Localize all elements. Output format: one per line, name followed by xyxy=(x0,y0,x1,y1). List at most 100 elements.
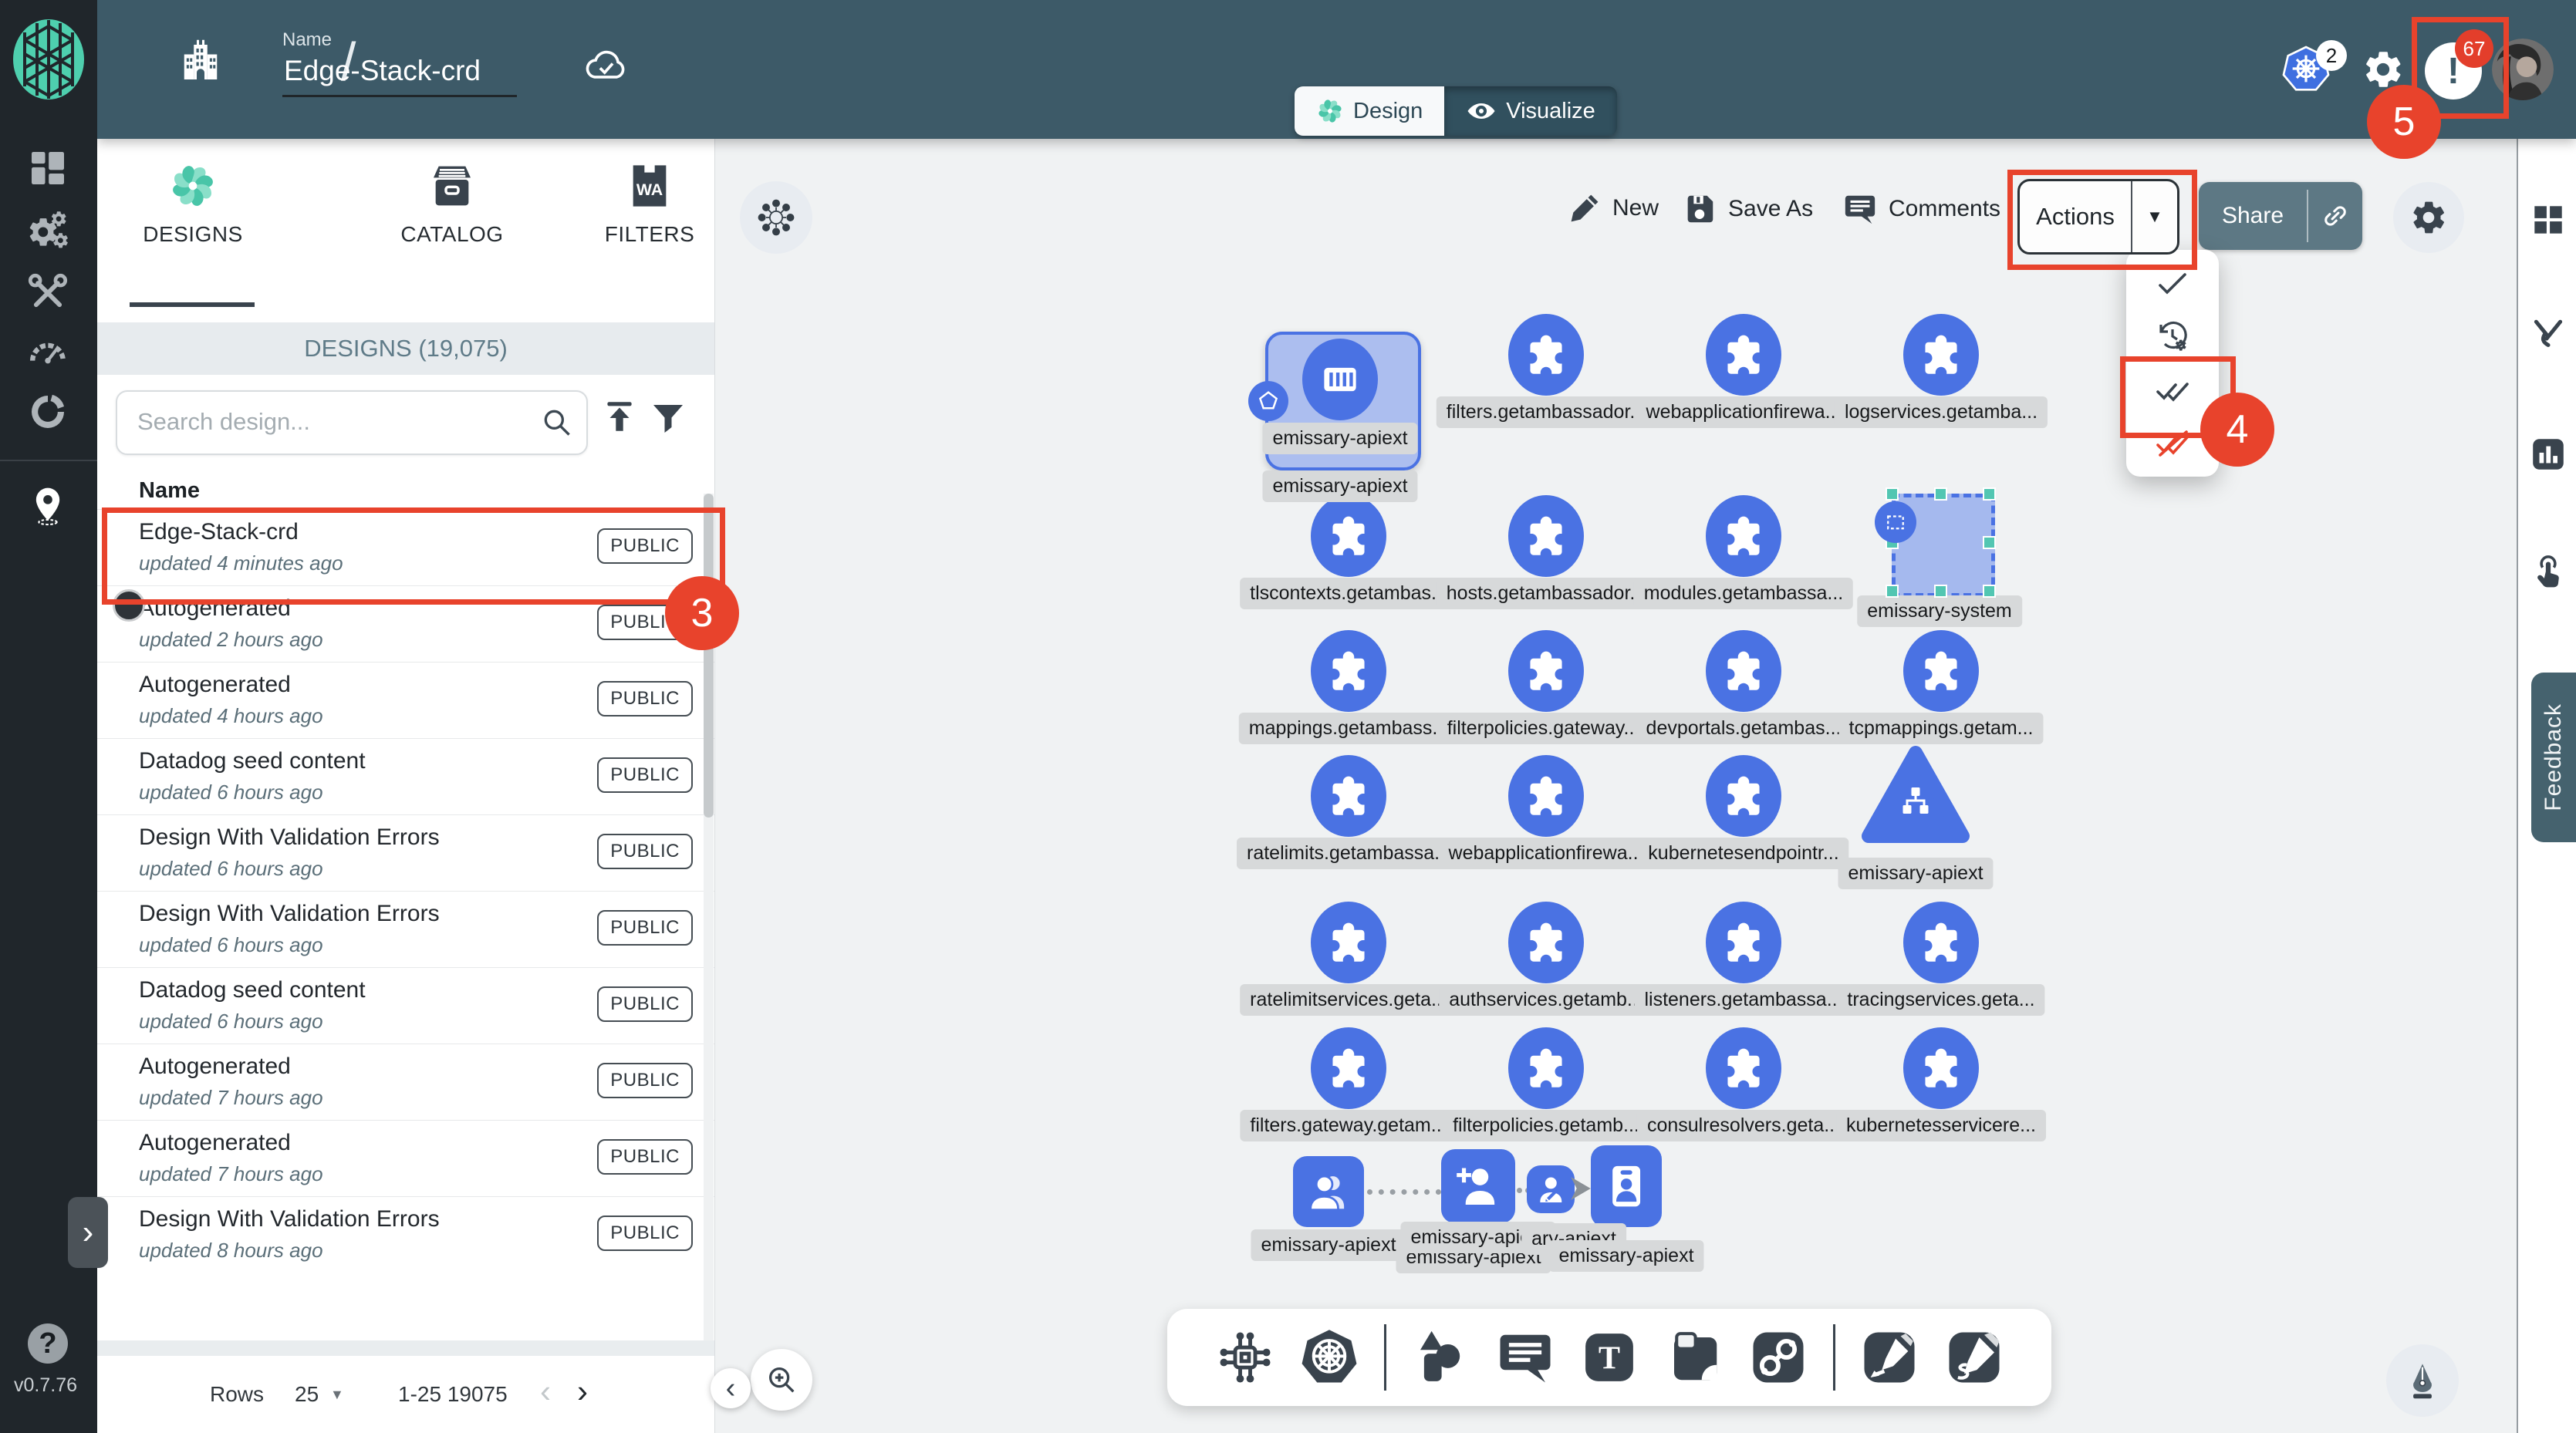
search-input[interactable] xyxy=(136,396,525,447)
canvas-node-crd[interactable] xyxy=(1903,902,1979,983)
performance-gauge-icon[interactable] xyxy=(26,330,69,373)
merge-y-icon[interactable] xyxy=(2529,318,2568,356)
canvas-node-person-edit[interactable] xyxy=(1527,1165,1575,1213)
design-row[interactable]: Design With Validation Errorsupdated 6 h… xyxy=(97,891,714,967)
share-button[interactable]: Share xyxy=(2199,182,2362,250)
node-label: authservices.getamb... xyxy=(1439,984,1653,1016)
canvas-node-crd[interactable] xyxy=(1903,314,1979,396)
design-row[interactable]: Design With Validation Errorsupdated 6 h… xyxy=(97,814,714,891)
canvas-node-crd[interactable] xyxy=(1311,630,1386,712)
selection-handle[interactable] xyxy=(1934,487,1947,501)
text-icon[interactable]: T xyxy=(1579,1327,1639,1387)
canvas-node-crd[interactable] xyxy=(1508,495,1584,577)
page-range-label: 1-25 19075 xyxy=(398,1382,508,1407)
new-button[interactable]: New xyxy=(1568,191,1659,225)
help-button[interactable]: ? xyxy=(28,1323,68,1364)
note-icon[interactable] xyxy=(1664,1327,1724,1387)
canvas-node-crd[interactable] xyxy=(1508,314,1584,396)
zoom-in-button[interactable] xyxy=(751,1349,812,1411)
sidebar-expand-chevron[interactable]: › xyxy=(68,1197,108,1268)
design-row[interactable]: Autogeneratedupdated 7 hours agoPUBLIC xyxy=(97,1120,714,1196)
canvas-node-crd[interactable] xyxy=(1706,902,1781,983)
visibility-badge: PUBLIC xyxy=(597,834,693,869)
menu-item-dry-run[interactable] xyxy=(2154,319,2191,356)
flow-icon[interactable] xyxy=(1215,1327,1275,1387)
annotation-rect-actions xyxy=(2007,170,2197,270)
menu-item-validate[interactable] xyxy=(2154,265,2191,302)
canvas-node-crd[interactable] xyxy=(1311,1027,1386,1109)
canvas-node-crd[interactable] xyxy=(1903,1027,1979,1109)
pen-arrow-icon[interactable] xyxy=(1859,1327,1919,1387)
prev-page-button[interactable]: ‹ xyxy=(540,1373,551,1410)
tab-visualize[interactable]: Visualize xyxy=(1444,86,1617,136)
canvas-node-crd[interactable] xyxy=(1508,630,1584,712)
organization-icon[interactable] xyxy=(177,37,224,88)
canvas-node-person-add[interactable] xyxy=(1441,1149,1515,1223)
canvas-node-crd[interactable] xyxy=(1706,755,1781,837)
canvas-settings-gear[interactable] xyxy=(2393,182,2464,253)
canvas-node-crd[interactable] xyxy=(1706,630,1781,712)
design-pen-button[interactable] xyxy=(2386,1344,2459,1417)
canvas-node-people[interactable] xyxy=(1293,1156,1364,1227)
design-row[interactable]: Datadog seed contentupdated 6 hours agoP… xyxy=(97,967,714,1044)
shapes-icon[interactable] xyxy=(1410,1327,1470,1387)
design-row[interactable]: Autogeneratedupdated 4 hours agoPUBLIC xyxy=(97,662,714,738)
canvas-node-emissary-apiext-group[interactable] xyxy=(1858,745,1973,848)
tab-filters[interactable]: WAFILTERS xyxy=(596,160,704,247)
selection-handle[interactable] xyxy=(1983,536,1996,549)
toolbox-wrenches-icon[interactable] xyxy=(26,271,69,315)
comment-icon[interactable] xyxy=(1495,1327,1555,1387)
canvas-node-crd[interactable] xyxy=(1311,755,1386,837)
filter-funnel-icon[interactable] xyxy=(650,400,687,440)
node-label: kubernetesendpointr... xyxy=(1638,838,1848,869)
kubernetes-helm-icon[interactable] xyxy=(1299,1327,1359,1387)
selection-handle[interactable] xyxy=(1983,585,1996,598)
touch-icon[interactable] xyxy=(2529,552,2568,591)
canvas-node-crd[interactable] xyxy=(1903,630,1979,712)
comments-button[interactable]: Comments xyxy=(1842,191,2000,227)
canvas-node-crd[interactable] xyxy=(1508,755,1584,837)
node-label: emissary-system xyxy=(1857,595,2022,627)
chart-icon[interactable] xyxy=(2529,435,2568,474)
location-pin-icon[interactable] xyxy=(26,484,69,528)
canvas-node-crd[interactable] xyxy=(1508,902,1584,983)
design-name-input[interactable] xyxy=(282,54,517,97)
canvas-node-crd[interactable] xyxy=(1311,495,1386,577)
doodle-icon[interactable] xyxy=(1944,1327,2004,1387)
copy-link-icon[interactable] xyxy=(2308,182,2362,250)
feedback-tab[interactable]: Feedback xyxy=(2531,673,2576,842)
panel-collapse-chevron[interactable]: ‹ xyxy=(711,1368,751,1408)
environment-hub-button[interactable] xyxy=(740,181,812,254)
import-design-icon[interactable] xyxy=(600,398,639,441)
component-badge-icon xyxy=(1248,381,1288,421)
selection-handle[interactable] xyxy=(1886,487,1899,501)
meshery-logo[interactable] xyxy=(11,17,86,102)
canvas-node-crd[interactable] xyxy=(1706,314,1781,396)
selection-handle[interactable] xyxy=(1934,585,1947,598)
design-row[interactable]: Datadog seed contentupdated 6 hours agoP… xyxy=(97,738,714,814)
tab-catalog[interactable]: CATALOG xyxy=(375,160,529,247)
canvas-node-crd[interactable] xyxy=(1706,1027,1781,1109)
lifecycle-gears-icon[interactable] xyxy=(26,210,69,253)
search-icon[interactable] xyxy=(540,406,574,440)
rows-per-page-select[interactable]: 25 xyxy=(295,1382,319,1407)
design-row[interactable]: Design With Validation Errorsupdated 8 h… xyxy=(97,1196,714,1273)
tab-design[interactable]: Design xyxy=(1295,86,1444,136)
tab-designs[interactable]: DESIGNS xyxy=(131,160,255,247)
next-page-button[interactable]: › xyxy=(577,1373,588,1410)
rows-caret-icon[interactable]: ▼ xyxy=(330,1387,344,1403)
canvas-node-crd[interactable] xyxy=(1508,1027,1584,1109)
selection-handle[interactable] xyxy=(1886,585,1899,598)
mesh-pattern-icon[interactable] xyxy=(26,390,69,433)
selection-handle[interactable] xyxy=(1983,487,1996,501)
canvas-node-crd[interactable] xyxy=(1706,495,1781,577)
annotation-step-4: 4 xyxy=(2200,393,2274,467)
design-row[interactable]: Autogeneratedupdated 7 hours agoPUBLIC xyxy=(97,1044,714,1120)
dashboard-icon[interactable] xyxy=(26,147,69,190)
name-column-header: Name xyxy=(139,478,200,504)
link-chain-icon[interactable] xyxy=(1748,1327,1808,1387)
canvas-node-id-badge[interactable] xyxy=(1591,1145,1662,1227)
canvas-node-crd[interactable] xyxy=(1311,902,1386,983)
save-as-button[interactable]: Save As xyxy=(1682,191,1813,227)
grid-icon[interactable] xyxy=(2529,201,2568,239)
